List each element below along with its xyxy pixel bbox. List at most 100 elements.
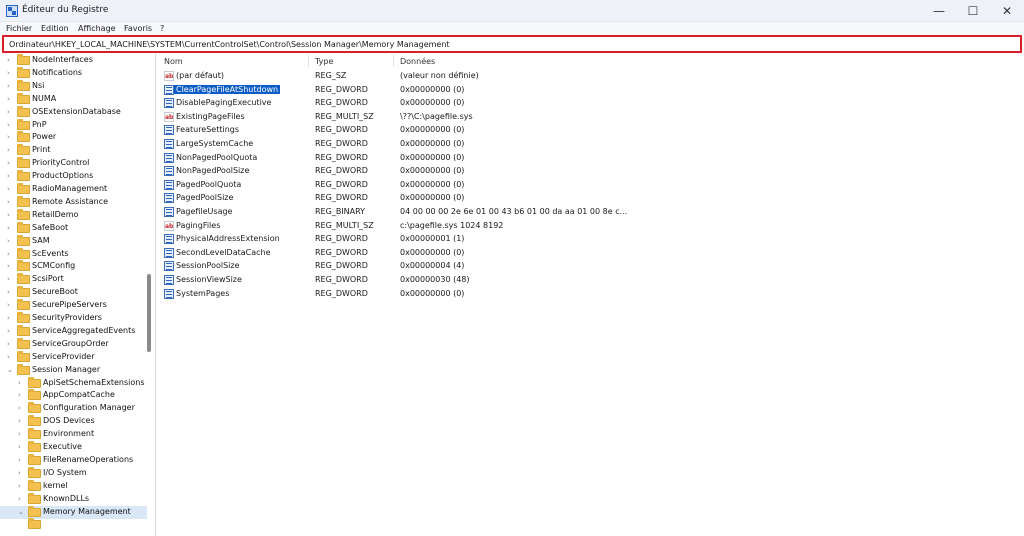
registry-value-row[interactable]: ab (par défaut) REG_SZ (valeur non définie) (157, 70, 637, 83)
chevron-right-icon[interactable]: › (7, 121, 14, 129)
chevron-right-icon[interactable]: › (7, 289, 14, 296)
tree-item[interactable]: › kernel (0, 479, 147, 493)
tree-item[interactable]: › ScsiPort (0, 273, 147, 286)
column-divider[interactable] (393, 55, 394, 67)
value-name[interactable]: PagedPoolSize (176, 193, 233, 202)
registry-tree[interactable]: › NodeInterfaces › Notifications › Nsi › NUMA › O… (0, 54, 156, 536)
registry-value-row[interactable]: ab ExistingPageFiles REG_MULTI_SZ \??\C:\pa… (157, 111, 637, 124)
chevron-right-icon[interactable]: › (18, 482, 25, 490)
registry-value-row[interactable]: PagedPoolSize REG_DWORD 0x00000000 (0) (157, 192, 637, 205)
value-name[interactable]: SessionViewSize (176, 275, 242, 284)
tree-item[interactable]: › SecurityProviders (0, 312, 147, 325)
tree-item[interactable]: › Power (0, 131, 147, 144)
chevron-right-icon[interactable]: › (18, 469, 25, 477)
tree-item[interactable]: › SCMConfig (0, 260, 147, 273)
column-header-data[interactable]: Données (400, 57, 435, 66)
tree-item[interactable]: › Remote Assistance (0, 195, 147, 209)
tree-item[interactable]: › FileRenameOperations (0, 453, 147, 467)
maximize-icon[interactable]: ☐ (956, 0, 990, 22)
registry-value-row[interactable]: PhysicalAddressExtension REG_DWORD 0x00000… (157, 233, 637, 246)
registry-value-row[interactable]: ab PagingFiles REG_MULTI_SZ c:\pagefile.sys… (157, 220, 637, 233)
chevron-right-icon[interactable]: › (7, 237, 14, 245)
registry-value-row[interactable]: SecondLevelDataCache REG_DWORD 0x00000000 … (157, 247, 637, 260)
chevron-right-icon[interactable]: › (7, 302, 14, 309)
value-name[interactable]: NonPagedPoolSize (176, 166, 249, 175)
value-name[interactable]: ExistingPageFiles (176, 112, 245, 121)
chevron-right-icon[interactable]: › (7, 147, 14, 154)
registry-value-row[interactable]: FeatureSettings REG_DWORD 0x00000000 (0) (157, 124, 637, 137)
tree-item[interactable]: › ApiSetSchemaExtensions (0, 376, 147, 390)
value-name[interactable]: DisablePagingExecutive (176, 98, 271, 107)
tree-scrollbar-thumb[interactable] (147, 274, 151, 352)
value-name[interactable]: PagedPoolQuota (176, 180, 241, 189)
tree-item[interactable]: › Executive (0, 441, 147, 454)
chevron-right-icon[interactable]: › (18, 405, 25, 412)
tree-item[interactable]: › PnP (0, 118, 147, 132)
chevron-right-icon[interactable]: › (7, 211, 14, 219)
chevron-right-icon[interactable]: › (7, 340, 14, 348)
tree-item[interactable]: › ScEvents (0, 247, 147, 261)
tree-item[interactable]: › SAM (0, 234, 147, 248)
chevron-right-icon[interactable]: › (7, 198, 14, 206)
tree-item[interactable]: ⌄ Memory Management (0, 505, 147, 519)
chevron-right-icon[interactable]: › (7, 224, 14, 232)
registry-value-row[interactable]: DisablePagingExecutive REG_DWORD 0x0000000… (157, 97, 637, 110)
column-header-type[interactable]: Type (315, 57, 333, 66)
value-name[interactable]: (par défaut) (176, 71, 224, 80)
chevron-right-icon[interactable]: › (18, 495, 25, 503)
tree-item[interactable]: › ServiceAggregatedEvents (0, 324, 147, 338)
chevron-right-icon[interactable]: › (7, 160, 14, 167)
chevron-right-icon[interactable]: › (7, 173, 14, 180)
tree-item[interactable]: › ServiceGroupOrder (0, 337, 147, 351)
menu-fichier[interactable]: Fichier (6, 24, 32, 33)
menu-favoris[interactable]: Favoris (124, 24, 152, 33)
value-name[interactable]: SecondLevelDataCache (176, 248, 271, 257)
chevron-right-icon[interactable]: › (7, 315, 14, 322)
registry-value-row[interactable]: NonPagedPoolQuota REG_DWORD 0x00000000 (0) (157, 152, 637, 165)
tree-item[interactable]: › OSExtensionDatabase (0, 105, 147, 119)
value-name[interactable]: PagingFiles (176, 221, 220, 230)
menu-edition[interactable]: Edition (41, 24, 69, 33)
tree-item[interactable]: › I/O System (0, 466, 147, 480)
tree-item[interactable]: › SecureBoot (0, 286, 147, 299)
column-divider[interactable] (308, 55, 309, 67)
tree-item[interactable]: › Print (0, 144, 147, 157)
column-header-name[interactable]: Nom (164, 57, 183, 66)
registry-value-row[interactable]: PagedPoolQuota REG_DWORD 0x00000000 (0) (157, 179, 637, 192)
chevron-right-icon[interactable]: › (7, 276, 14, 283)
registry-value-row[interactable]: LargeSystemCache REG_DWORD 0x00000000 (0) (157, 138, 637, 151)
tree-item[interactable]: › KnownDLLs (0, 492, 147, 506)
tree-item[interactable]: › Nsi (0, 79, 147, 93)
tree-item[interactable]: › PriorityControl (0, 157, 147, 170)
chevron-right-icon[interactable]: › (18, 379, 25, 387)
value-name[interactable]: ClearPageFileAtShutdown (174, 84, 281, 94)
chevron-right-icon[interactable]: › (7, 82, 14, 90)
chevron-right-icon[interactable]: › (18, 431, 25, 438)
minimize-icon[interactable]: — (922, 0, 956, 22)
tree-item[interactable]: › NodeInterfaces (0, 54, 147, 67)
chevron-right-icon[interactable]: › (7, 57, 14, 64)
tree-item[interactable]: › SafeBoot (0, 221, 147, 235)
tree-item[interactable]: › RetailDemo (0, 208, 147, 222)
chevron-right-icon[interactable]: › (7, 95, 14, 103)
menu-help[interactable]: ? (160, 24, 164, 33)
value-name[interactable]: NonPagedPoolQuota (176, 153, 257, 162)
chevron-right-icon[interactable]: › (7, 353, 14, 361)
tree-item[interactable]: › ProductOptions (0, 170, 147, 183)
address-bar[interactable]: Ordinateur\HKEY_LOCAL_MACHINE\SYSTEM\Cur… (2, 35, 1022, 53)
chevron-right-icon[interactable]: › (18, 444, 25, 451)
value-name[interactable]: SystemPages (176, 289, 229, 298)
value-name[interactable]: PagefileUsage (176, 207, 232, 216)
chevron-right-icon[interactable]: › (18, 418, 25, 425)
tree-item[interactable]: › Configuration Manager (0, 402, 147, 415)
chevron-down-icon[interactable]: ⌄ (7, 366, 14, 374)
tree-item[interactable]: › RadioManagement (0, 183, 147, 196)
chevron-right-icon[interactable]: › (7, 69, 14, 77)
tree-item[interactable]: › SecurePipeServers (0, 299, 147, 312)
tree-item[interactable]: › AppCompatCache (0, 389, 147, 402)
chevron-down-icon[interactable]: ⌄ (18, 508, 25, 516)
menu-affichage[interactable]: Affichage (78, 24, 116, 33)
chevron-right-icon[interactable]: › (7, 327, 14, 335)
registry-value-row[interactable]: SessionPoolSize REG_DWORD 0x00000004 (4) (157, 260, 637, 273)
chevron-right-icon[interactable]: › (7, 108, 14, 116)
